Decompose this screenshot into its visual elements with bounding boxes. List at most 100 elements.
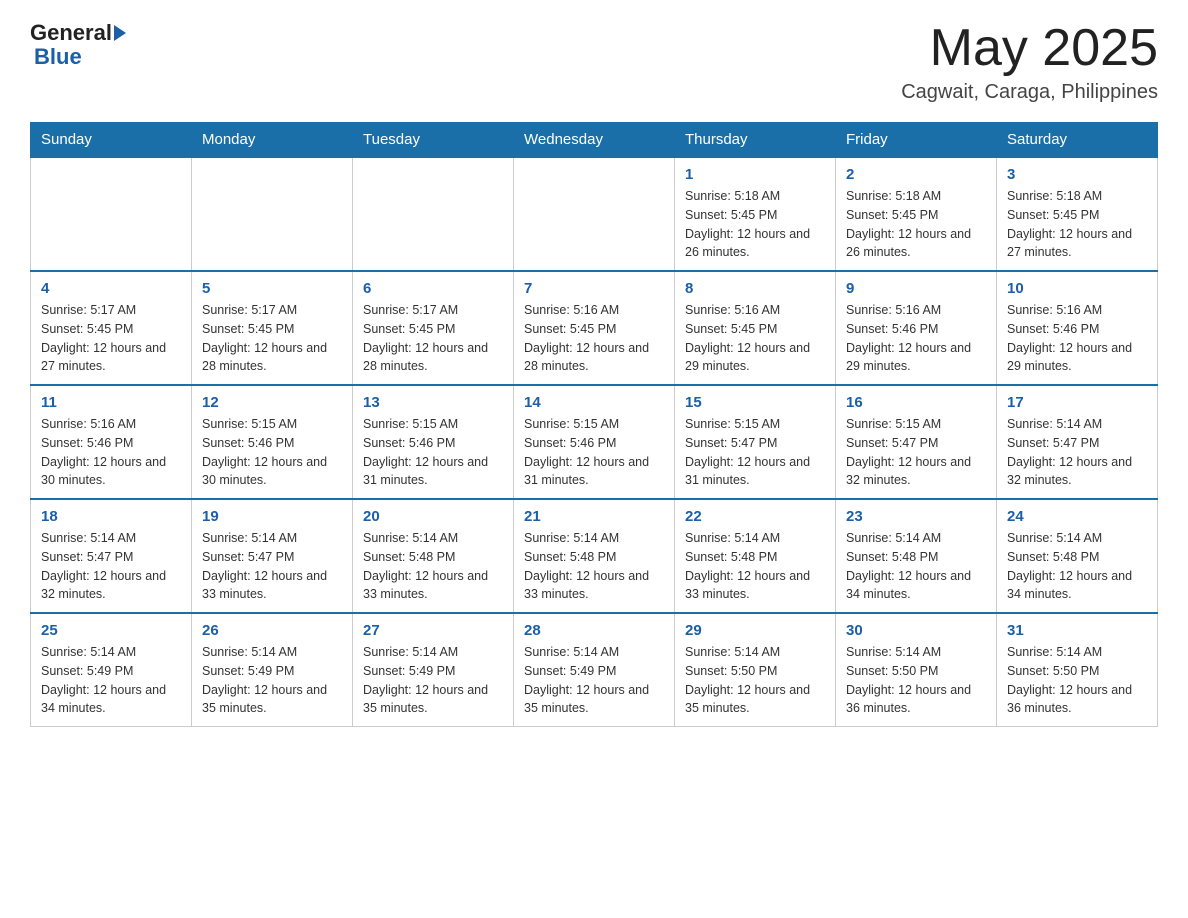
day-cell: 3 Sunrise: 5:18 AMSunset: 5:45 PMDaylight… bbox=[997, 157, 1158, 271]
day-number: 21 bbox=[524, 508, 664, 525]
day-info: Sunrise: 5:15 AMSunset: 5:46 PMDaylight:… bbox=[524, 415, 664, 490]
weekday-header-friday: Friday bbox=[836, 123, 997, 158]
day-cell bbox=[514, 157, 675, 271]
day-cell: 15 Sunrise: 5:15 AMSunset: 5:47 PMDayligh… bbox=[675, 385, 836, 499]
day-info: Sunrise: 5:14 AMSunset: 5:50 PMDaylight:… bbox=[685, 643, 825, 718]
day-number: 16 bbox=[846, 394, 986, 411]
day-cell: 9 Sunrise: 5:16 AMSunset: 5:46 PMDaylight… bbox=[836, 271, 997, 385]
weekday-header-monday: Monday bbox=[192, 123, 353, 158]
week-row-3: 11Sunrise: 5:16 AMSunset: 5:46 PMDayligh… bbox=[31, 385, 1158, 499]
month-title: May 2025 bbox=[901, 20, 1158, 77]
weekday-header-wednesday: Wednesday bbox=[514, 123, 675, 158]
day-info: Sunrise: 5:17 AMSunset: 5:45 PMDaylight:… bbox=[363, 301, 503, 376]
day-number: 1 bbox=[685, 166, 825, 183]
day-number: 29 bbox=[685, 622, 825, 639]
day-info: Sunrise: 5:14 AMSunset: 5:48 PMDaylight:… bbox=[685, 529, 825, 604]
day-number: 2 bbox=[846, 166, 986, 183]
day-cell: 2 Sunrise: 5:18 AMSunset: 5:45 PMDaylight… bbox=[836, 157, 997, 271]
day-info: Sunrise: 5:16 AMSunset: 5:45 PMDaylight:… bbox=[685, 301, 825, 376]
day-number: 30 bbox=[846, 622, 986, 639]
day-cell: 17Sunrise: 5:14 AMSunset: 5:47 PMDayligh… bbox=[997, 385, 1158, 499]
day-cell: 21 Sunrise: 5:14 AMSunset: 5:48 PMDayligh… bbox=[514, 499, 675, 613]
day-number: 7 bbox=[524, 280, 664, 297]
day-cell: 28 Sunrise: 5:14 AMSunset: 5:49 PMDayligh… bbox=[514, 613, 675, 727]
day-number: 22 bbox=[685, 508, 825, 525]
day-number: 28 bbox=[524, 622, 664, 639]
day-cell: 31 Sunrise: 5:14 AMSunset: 5:50 PMDayligh… bbox=[997, 613, 1158, 727]
day-info: Sunrise: 5:14 AMSunset: 5:47 PMDaylight:… bbox=[202, 529, 342, 604]
day-cell: 22 Sunrise: 5:14 AMSunset: 5:48 PMDayligh… bbox=[675, 499, 836, 613]
location-title: Cagwait, Caraga, Philippines bbox=[901, 81, 1158, 104]
day-number: 6 bbox=[363, 280, 503, 297]
day-number: 18 bbox=[41, 508, 181, 525]
week-row-5: 25Sunrise: 5:14 AMSunset: 5:49 PMDayligh… bbox=[31, 613, 1158, 727]
day-cell bbox=[192, 157, 353, 271]
day-info: Sunrise: 5:18 AMSunset: 5:45 PMDaylight:… bbox=[1007, 187, 1147, 262]
day-cell bbox=[31, 157, 192, 271]
day-info: Sunrise: 5:16 AMSunset: 5:46 PMDaylight:… bbox=[1007, 301, 1147, 376]
day-info: Sunrise: 5:18 AMSunset: 5:45 PMDaylight:… bbox=[846, 187, 986, 262]
day-cell: 1 Sunrise: 5:18 AMSunset: 5:45 PMDaylight… bbox=[675, 157, 836, 271]
day-cell: 12Sunrise: 5:15 AMSunset: 5:46 PMDayligh… bbox=[192, 385, 353, 499]
day-cell: 30 Sunrise: 5:14 AMSunset: 5:50 PMDayligh… bbox=[836, 613, 997, 727]
day-cell: 23Sunrise: 5:14 AMSunset: 5:48 PMDayligh… bbox=[836, 499, 997, 613]
day-info: Sunrise: 5:14 AMSunset: 5:50 PMDaylight:… bbox=[1007, 643, 1147, 718]
day-cell: 10 Sunrise: 5:16 AMSunset: 5:46 PMDayligh… bbox=[997, 271, 1158, 385]
day-info: Sunrise: 5:16 AMSunset: 5:46 PMDaylight:… bbox=[41, 415, 181, 490]
week-row-4: 18 Sunrise: 5:14 AMSunset: 5:47 PMDayligh… bbox=[31, 499, 1158, 613]
day-number: 3 bbox=[1007, 166, 1147, 183]
day-number: 19 bbox=[202, 508, 342, 525]
day-number: 9 bbox=[846, 280, 986, 297]
day-number: 17 bbox=[1007, 394, 1147, 411]
weekday-header-row: SundayMondayTuesdayWednesdayThursdayFrid… bbox=[31, 123, 1158, 158]
day-cell: 8Sunrise: 5:16 AMSunset: 5:45 PMDaylight… bbox=[675, 271, 836, 385]
day-cell: 16 Sunrise: 5:15 AMSunset: 5:47 PMDayligh… bbox=[836, 385, 997, 499]
day-info: Sunrise: 5:14 AMSunset: 5:49 PMDaylight:… bbox=[363, 643, 503, 718]
day-cell: 29 Sunrise: 5:14 AMSunset: 5:50 PMDayligh… bbox=[675, 613, 836, 727]
day-number: 24 bbox=[1007, 508, 1147, 525]
day-info: Sunrise: 5:16 AMSunset: 5:46 PMDaylight:… bbox=[846, 301, 986, 376]
day-number: 4 bbox=[41, 280, 181, 297]
day-info: Sunrise: 5:14 AMSunset: 5:49 PMDaylight:… bbox=[41, 643, 181, 718]
weekday-header-tuesday: Tuesday bbox=[353, 123, 514, 158]
day-cell: 18Sunrise: 5:14 AMSunset: 5:47 PMDayligh… bbox=[31, 499, 192, 613]
logo: General Blue bbox=[30, 20, 126, 70]
day-cell: 6 Sunrise: 5:17 AMSunset: 5:45 PMDaylight… bbox=[353, 271, 514, 385]
day-number: 15 bbox=[685, 394, 825, 411]
title-block: May 2025 Cagwait, Caraga, Philippines bbox=[901, 20, 1158, 104]
day-info: Sunrise: 5:14 AMSunset: 5:48 PMDaylight:… bbox=[363, 529, 503, 604]
day-info: Sunrise: 5:18 AMSunset: 5:45 PMDaylight:… bbox=[685, 187, 825, 262]
day-cell: 13 Sunrise: 5:15 AMSunset: 5:46 PMDayligh… bbox=[353, 385, 514, 499]
day-info: Sunrise: 5:14 AMSunset: 5:48 PMDaylight:… bbox=[524, 529, 664, 604]
day-info: Sunrise: 5:14 AMSunset: 5:48 PMDaylight:… bbox=[1007, 529, 1147, 604]
day-number: 12 bbox=[202, 394, 342, 411]
day-number: 23 bbox=[846, 508, 986, 525]
day-info: Sunrise: 5:14 AMSunset: 5:50 PMDaylight:… bbox=[846, 643, 986, 718]
day-cell: 4 Sunrise: 5:17 AMSunset: 5:45 PMDaylight… bbox=[31, 271, 192, 385]
day-info: Sunrise: 5:15 AMSunset: 5:47 PMDaylight:… bbox=[846, 415, 986, 490]
day-number: 26 bbox=[202, 622, 342, 639]
day-info: Sunrise: 5:17 AMSunset: 5:45 PMDaylight:… bbox=[41, 301, 181, 376]
day-info: Sunrise: 5:16 AMSunset: 5:45 PMDaylight:… bbox=[524, 301, 664, 376]
weekday-header-thursday: Thursday bbox=[675, 123, 836, 158]
day-cell: 19 Sunrise: 5:14 AMSunset: 5:47 PMDayligh… bbox=[192, 499, 353, 613]
page-header: General Blue May 2025 Cagwait, Caraga, P… bbox=[30, 20, 1158, 104]
day-info: Sunrise: 5:15 AMSunset: 5:46 PMDaylight:… bbox=[363, 415, 503, 490]
calendar-table: SundayMondayTuesdayWednesdayThursdayFrid… bbox=[30, 122, 1158, 727]
logo-blue-text: Blue bbox=[30, 44, 82, 70]
day-number: 31 bbox=[1007, 622, 1147, 639]
day-number: 27 bbox=[363, 622, 503, 639]
day-number: 13 bbox=[363, 394, 503, 411]
day-cell: 14 Sunrise: 5:15 AMSunset: 5:46 PMDayligh… bbox=[514, 385, 675, 499]
day-cell: 25Sunrise: 5:14 AMSunset: 5:49 PMDayligh… bbox=[31, 613, 192, 727]
day-number: 14 bbox=[524, 394, 664, 411]
day-info: Sunrise: 5:14 AMSunset: 5:49 PMDaylight:… bbox=[524, 643, 664, 718]
day-number: 10 bbox=[1007, 280, 1147, 297]
day-info: Sunrise: 5:15 AMSunset: 5:47 PMDaylight:… bbox=[685, 415, 825, 490]
day-cell: 11Sunrise: 5:16 AMSunset: 5:46 PMDayligh… bbox=[31, 385, 192, 499]
day-cell: 24 Sunrise: 5:14 AMSunset: 5:48 PMDayligh… bbox=[997, 499, 1158, 613]
day-info: Sunrise: 5:17 AMSunset: 5:45 PMDaylight:… bbox=[202, 301, 342, 376]
day-cell: 7 Sunrise: 5:16 AMSunset: 5:45 PMDaylight… bbox=[514, 271, 675, 385]
day-cell: 20Sunrise: 5:14 AMSunset: 5:48 PMDayligh… bbox=[353, 499, 514, 613]
weekday-header-saturday: Saturday bbox=[997, 123, 1158, 158]
